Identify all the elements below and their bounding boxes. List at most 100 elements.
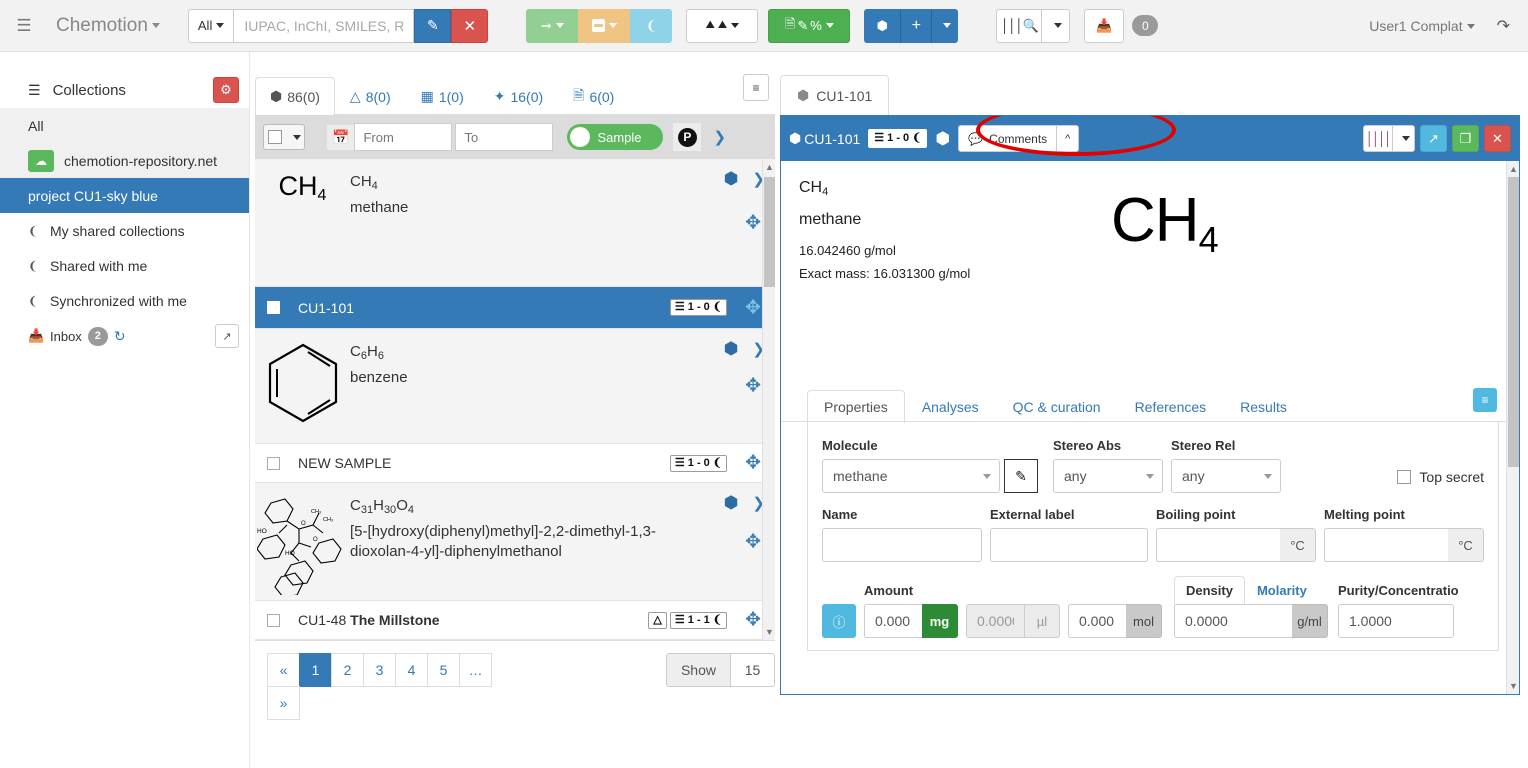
- scroll-up-arrow-icon[interactable]: ▲: [1509, 164, 1518, 174]
- collection-settings-button[interactable]: ⚙: [213, 77, 239, 103]
- date-from-input[interactable]: [354, 123, 453, 151]
- tab-reactions[interactable]: △ 8(0): [335, 77, 406, 115]
- page-5-button[interactable]: 5: [427, 653, 460, 687]
- arrows-move-icon[interactable]: ✥: [745, 609, 761, 632]
- brand-menu[interactable]: Chemotion: [56, 15, 160, 37]
- hexagon-icon[interactable]: ⬢: [935, 129, 950, 149]
- row-checkbox[interactable]: [267, 301, 280, 314]
- status-badge[interactable]: ☰ 1 - 1 ❨: [669, 611, 727, 629]
- hexagon-icon[interactable]: ⬢: [724, 493, 739, 513]
- arrows-move-icon[interactable]: ✥: [745, 375, 761, 398]
- list-item-sample-cu1-48[interactable]: CU1-48 The Millstone △ ☰ 1 - 1 ❨ ✥: [255, 601, 775, 640]
- new-reaction-button[interactable]: ➞: [526, 8, 579, 43]
- refresh-icon[interactable]: ↻: [114, 328, 126, 345]
- list-item-sample-new-sample[interactable]: NEW SAMPLE ☰ 1 - 0 ❨ ✥: [255, 444, 775, 483]
- barcode-button[interactable]: ││││: [1363, 125, 1393, 152]
- molecule-select[interactable]: methane: [822, 459, 1000, 493]
- edit-molecule-button[interactable]: ✎: [1004, 459, 1038, 493]
- hexagon-icon[interactable]: ⬢: [724, 169, 739, 189]
- scroll-down-arrow-icon[interactable]: ▼: [765, 627, 774, 637]
- tab-references[interactable]: References: [1118, 390, 1224, 423]
- scroll-down-arrow-icon[interactable]: ▼: [1509, 681, 1518, 691]
- share-button[interactable]: ❨: [630, 8, 673, 43]
- density-input[interactable]: [1174, 604, 1292, 638]
- tab-samples[interactable]: ⬢ 86(0): [255, 77, 335, 115]
- comments-button[interactable]: 💬 Comments: [958, 125, 1058, 152]
- arrows-move-icon[interactable]: ✥: [745, 211, 761, 234]
- inbox-button[interactable]: 📥: [1084, 8, 1125, 43]
- tab-research-plans[interactable]: 🗎 6(0): [558, 77, 629, 115]
- tab-analyses[interactable]: Analyses: [905, 390, 996, 423]
- barcode-dropdown[interactable]: [1042, 8, 1071, 43]
- tab-qc-curation[interactable]: QC & curation: [996, 390, 1118, 423]
- scroll-up-arrow-icon[interactable]: ▲: [765, 162, 774, 172]
- arrows-move-icon[interactable]: ✥: [745, 296, 761, 319]
- page-prev-button[interactable]: «: [267, 653, 300, 687]
- tab-properties[interactable]: Properties: [807, 390, 905, 423]
- melting-point-input[interactable]: [1324, 528, 1448, 562]
- element-type-button[interactable]: ⬢: [864, 8, 901, 43]
- report-button[interactable]: 🗎 ✎ %: [768, 8, 851, 43]
- sidebar-item-synchronized-with-me[interactable]: ❨ Synchronized with me: [0, 283, 249, 318]
- list-scrollbar[interactable]: ▲ ▼: [762, 159, 775, 640]
- info-icon[interactable]: ⓘ: [822, 604, 856, 638]
- row-checkbox[interactable]: [267, 456, 280, 470]
- calendar-icon[interactable]: 📅: [327, 124, 355, 150]
- product-filter-button[interactable]: P: [673, 123, 702, 151]
- fullscreen-button[interactable]: ↗: [1420, 125, 1447, 152]
- sidebar-item-my-shared-collections[interactable]: ❨ My shared collections: [0, 213, 249, 248]
- page-2-button[interactable]: 2: [331, 653, 364, 687]
- page-4-button[interactable]: 4: [395, 653, 428, 687]
- detail-tab-cu1-101[interactable]: ⬢ CU1-101: [780, 75, 890, 115]
- barcode-dropdown[interactable]: [1393, 125, 1415, 152]
- search-edit-button[interactable]: ✎: [414, 8, 452, 43]
- detail-scrollbar[interactable]: ▲ ▼: [1506, 161, 1519, 694]
- amount-mol-unit[interactable]: mol: [1126, 604, 1162, 638]
- new-wellplate-button[interactable]: [578, 8, 631, 43]
- chevron-down-icon[interactable]: ❯: [713, 128, 726, 146]
- detail-status-badge[interactable]: ☰ 1 - 0 ❨: [868, 129, 928, 148]
- reaction-badge[interactable]: △: [648, 611, 667, 629]
- page-ellipsis[interactable]: …: [459, 653, 492, 687]
- sidebar-toggle-button[interactable]: ☰: [0, 16, 48, 36]
- density-unit[interactable]: g/ml: [1292, 604, 1328, 638]
- field-top-secret[interactable]: Top secret: [1397, 469, 1484, 493]
- boiling-point-input[interactable]: [1156, 528, 1280, 562]
- amount-volume-input[interactable]: [966, 604, 1024, 638]
- arrows-move-icon[interactable]: ✥: [745, 530, 761, 553]
- sidebar-item-shared-with-me[interactable]: ❨ Shared with me: [0, 248, 249, 283]
- amount-mol-input[interactable]: [1068, 604, 1126, 638]
- purity-input[interactable]: [1338, 604, 1454, 638]
- tab-density[interactable]: Density: [1174, 576, 1245, 604]
- molecule-group-row[interactable]: CH4 CH4 methane ⬢ ❯ ✥: [255, 159, 775, 287]
- sample-reaction-toggle[interactable]: Sample: [567, 124, 664, 150]
- sidebar-item-repository[interactable]: ☁ chemotion-repository.net: [0, 143, 249, 178]
- tab-screens[interactable]: ✦ 16(0): [479, 77, 558, 115]
- import-export-group[interactable]: ⛰ ⛰: [686, 8, 759, 43]
- row-checkbox[interactable]: [267, 613, 280, 627]
- barcode-search-button[interactable]: │││🔍: [996, 8, 1043, 43]
- amount-mass-unit[interactable]: mg: [922, 604, 958, 638]
- search-clear-button[interactable]: ✕: [451, 8, 489, 43]
- name-input[interactable]: [822, 528, 982, 562]
- top-secret-checkbox[interactable]: [1397, 470, 1412, 484]
- select-all-dropdown[interactable]: [263, 124, 305, 150]
- close-button[interactable]: ✕: [1484, 125, 1511, 152]
- page-1-button[interactable]: 1: [299, 653, 332, 687]
- tab-wellplates[interactable]: ▦ 1(0): [406, 77, 479, 115]
- sidebar-expand-button[interactable]: ↗: [215, 324, 239, 348]
- scrollbar-thumb[interactable]: [1508, 177, 1519, 467]
- layout-settings-button[interactable]: ≡: [1473, 388, 1497, 412]
- copy-button[interactable]: ❐: [1452, 125, 1479, 152]
- checkbox-icon[interactable]: [267, 130, 282, 144]
- hexagon-icon[interactable]: ⬢: [724, 339, 739, 359]
- search-scope-dropdown[interactable]: All: [187, 8, 235, 43]
- sidebar-item-all[interactable]: All: [0, 108, 249, 143]
- amount-mass-input[interactable]: [864, 604, 922, 638]
- scrollbar-thumb[interactable]: [764, 177, 775, 287]
- add-element-dropdown[interactable]: [931, 8, 959, 43]
- stereo-rel-select[interactable]: any: [1171, 459, 1281, 493]
- sidebar-item-project-cu1[interactable]: project CU1-sky blue: [0, 178, 249, 213]
- molecule-group-row[interactable]: C6H6 benzene ⬢ ❯ ✥: [255, 329, 775, 444]
- add-element-button[interactable]: +: [900, 8, 932, 43]
